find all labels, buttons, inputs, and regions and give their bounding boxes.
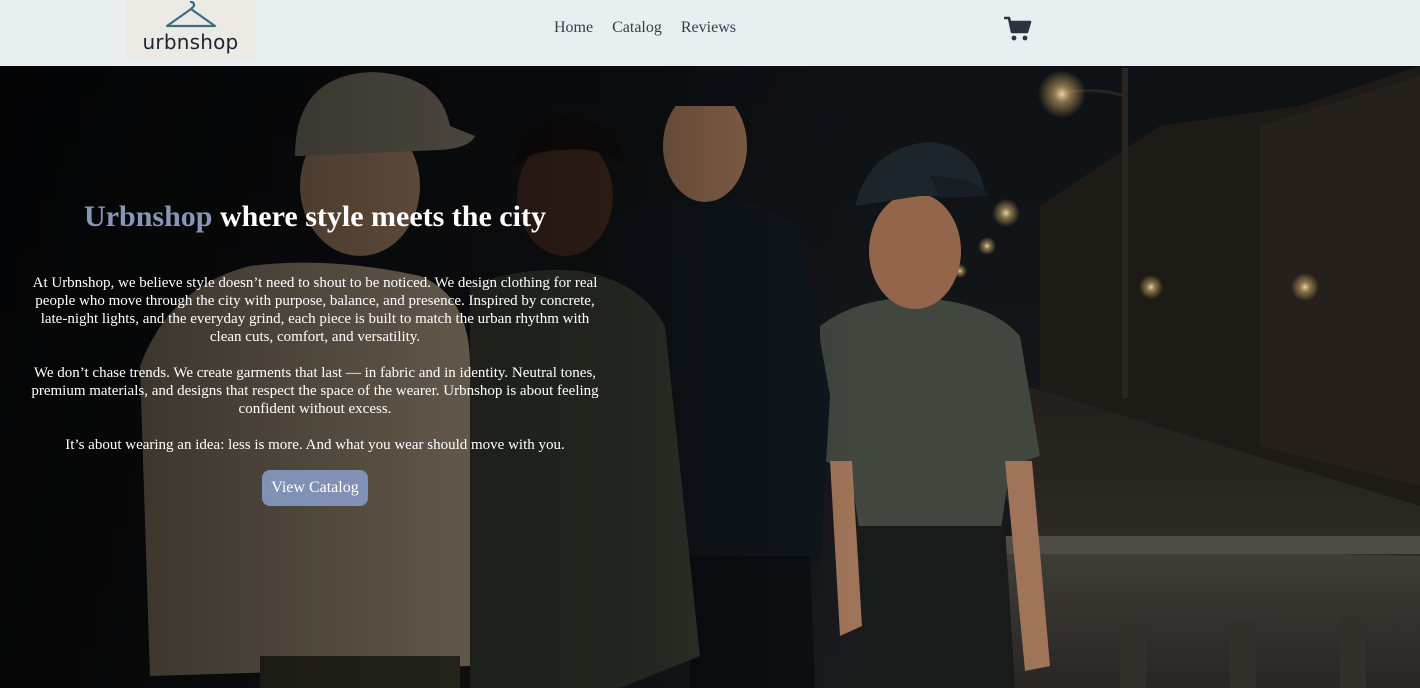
hero-headline: Urbnshop where style meets the city — [30, 200, 600, 234]
hero-paragraph-3: It’s about wearing an idea: less is more… — [65, 437, 565, 453]
hero-paragraph-1: At Urbnshop, we believe style doesn’t ne… — [32, 275, 598, 345]
headline-rest: where style meets the city — [212, 200, 546, 233]
view-catalog-button[interactable]: View Catalog — [262, 470, 368, 506]
site-header: urbnshop Home Catalog Reviews — [0, 0, 1420, 66]
nav-home[interactable]: Home — [554, 19, 593, 37]
nav-catalog[interactable]: Catalog — [612, 19, 662, 37]
headline-brand: Urbnshop — [84, 200, 213, 233]
cart-button[interactable] — [1003, 16, 1032, 42]
hero-paragraph-2: We don’t chase trends. We create garment… — [31, 365, 599, 417]
nav-reviews[interactable]: Reviews — [681, 19, 736, 37]
logo[interactable]: urbnshop — [126, 0, 255, 60]
logo-text: urbnshop — [142, 30, 239, 54]
hanger-icon — [165, 0, 216, 28]
shopping-cart-icon — [1003, 16, 1032, 41]
main-nav: Home Catalog Reviews — [554, 19, 736, 37]
